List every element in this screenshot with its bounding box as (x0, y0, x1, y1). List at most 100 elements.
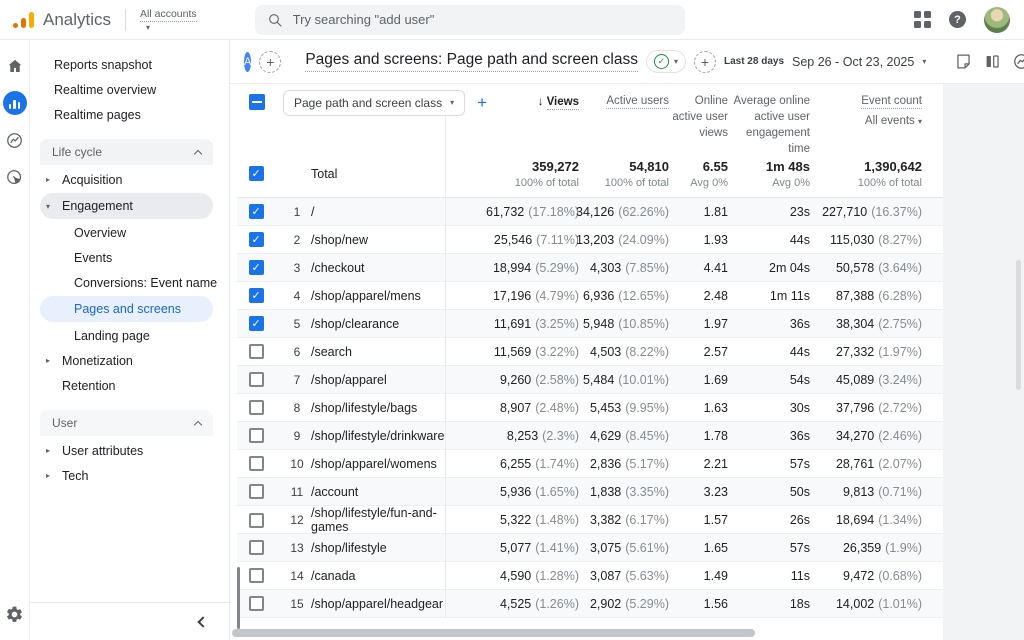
row-checkbox[interactable] (249, 568, 264, 583)
views-cell: 6,255 (1.74%) (445, 450, 579, 477)
column-header-online-active-user-views[interactable]: Online active user views (669, 90, 728, 141)
search-input[interactable] (293, 12, 673, 27)
horizontal-scrollbar[interactable] (232, 629, 755, 637)
value: 3,087 (590, 569, 621, 583)
sidebar-item-acquisition[interactable]: ▸ Acquisition (30, 167, 229, 192)
analytics-home-link[interactable]: Analytics (12, 10, 111, 30)
sidebar-item-pages-and-screens[interactable]: Pages and screens (40, 296, 213, 322)
row-checkbox[interactable] (249, 204, 264, 219)
settings-gear-icon[interactable] (3, 602, 27, 626)
value: 2,902 (590, 597, 621, 611)
total-engagement-time: 1m 48s Avg 0% (728, 150, 810, 197)
sidebar-item-overview[interactable]: Overview (30, 220, 229, 245)
event-filter-dropdown[interactable]: All events ▾ (810, 113, 922, 129)
advertising-icon[interactable] (3, 165, 27, 189)
table-row: 9 /shop/lifestyle/drinkware 8,253 (2.3%)… (237, 422, 943, 450)
value: 359,272 (532, 159, 579, 174)
select-all-checkbox[interactable] (249, 94, 265, 110)
data-table: Page path and screen class ▾ + ↓Views Ac… (237, 84, 943, 618)
dimension-dropdown[interactable]: Page path and screen class ▾ (283, 90, 465, 116)
property-badge[interactable]: A (244, 52, 251, 72)
value-pct: (3.25%) (535, 317, 579, 331)
value-pct: (1.26%) (535, 597, 579, 611)
sidebar-item-retention[interactable]: Retention (30, 373, 229, 398)
help-icon[interactable]: ? (949, 11, 966, 28)
row-checkbox[interactable] (249, 484, 264, 499)
section-life-cycle[interactable]: Life cycle (40, 139, 213, 165)
views-cell: 5,936 (1.65%) (445, 478, 579, 505)
analytics-logo-icon (12, 11, 34, 28)
value: 11,691 (494, 317, 531, 331)
row-checkbox[interactable] (249, 540, 264, 555)
value: 3,382 (590, 513, 621, 527)
row-checkbox[interactable] (249, 596, 264, 611)
notes-icon[interactable] (950, 48, 977, 75)
collapse-sidebar-icon[interactable] (197, 616, 208, 627)
value: 1.97 (704, 317, 728, 331)
vertical-scrollbar[interactable] (1016, 260, 1021, 390)
search-bar[interactable] (255, 5, 685, 35)
topbar-divider (125, 9, 126, 31)
sidebar-item-reports-snapshot[interactable]: Reports snapshot (30, 52, 229, 77)
sidebar-item-user-attributes[interactable]: ▸ User attributes (30, 438, 229, 463)
reports-icon[interactable] (3, 91, 27, 115)
row-checkbox[interactable] (249, 260, 264, 275)
vertical-scroll-indicator[interactable] (237, 567, 240, 629)
date-preset-label: Last 28 days (724, 56, 784, 67)
row-checkbox[interactable] (249, 400, 264, 415)
total-checkbox[interactable] (249, 166, 264, 181)
avatar[interactable] (984, 7, 1010, 33)
sidebar-item-label: Landing page (74, 329, 150, 343)
column-header-event-count[interactable]: Event count All events ▾ (810, 90, 922, 129)
value-pct: (1.41%) (535, 541, 579, 555)
sidebar-item-landing-page[interactable]: Landing page (30, 323, 229, 348)
add-comparison-button[interactable]: + (259, 51, 281, 73)
sidebar-item-realtime-pages[interactable]: Realtime pages (30, 102, 229, 127)
value: 5,453 (590, 401, 621, 415)
active-users-cell: 2,902 (5.29%) (579, 590, 669, 617)
column-header-active-users[interactable]: Active users (579, 90, 669, 109)
sidebar-item-tech[interactable]: ▸ Tech (30, 463, 229, 488)
approved-check-icon: ✓ (654, 54, 669, 69)
value: 1.56 (704, 597, 728, 611)
date-range-picker[interactable]: Last 28 days Sep 26 - Oct 23, 2025 ▾ (724, 55, 926, 69)
page-title[interactable]: Pages and screens: Page path and screen … (305, 51, 638, 72)
account-switcher[interactable]: All accounts ▾ (140, 8, 197, 32)
apps-grid-icon[interactable] (914, 11, 931, 28)
comparison-icon[interactable] (979, 48, 1006, 75)
sidebar-item-conversions[interactable]: Conversions: Event name (30, 270, 229, 295)
explore-icon[interactable] (3, 128, 27, 152)
row-checkbox[interactable] (249, 428, 264, 443)
sidebar-item-events[interactable]: Events (30, 245, 229, 270)
views-cell: 8,907 (2.48%) (445, 394, 579, 421)
column-header-views[interactable]: ↓Views (445, 90, 579, 157)
online-active-user-views-cell: 3.23 (669, 478, 728, 505)
value: 37,796 (836, 401, 874, 415)
add-dimension-button[interactable]: + (477, 93, 487, 113)
row-checkbox[interactable] (249, 316, 264, 331)
active-users-cell: 5,948 (10.85%) (579, 310, 669, 337)
row-checkbox[interactable] (249, 288, 264, 303)
sidebar-item-realtime-overview[interactable]: Realtime overview (30, 77, 229, 102)
sidebar-item-monetization[interactable]: ▸ Monetization (30, 348, 229, 373)
insights-icon[interactable] (1008, 48, 1024, 75)
row-checkbox[interactable] (249, 372, 264, 387)
row-index: 5 (283, 317, 311, 331)
value: 8,907 (500, 401, 531, 415)
row-checkbox[interactable] (249, 344, 264, 359)
chevron-down-icon: ▾ (450, 99, 454, 107)
row-checkbox[interactable] (249, 232, 264, 247)
section-user[interactable]: User (40, 410, 213, 436)
value-pct: (4.79%) (535, 289, 579, 303)
row-checkbox-cell (237, 534, 283, 561)
report-status-menu[interactable]: ✓ ▾ (646, 50, 686, 73)
row-checkbox[interactable] (249, 513, 264, 528)
column-header-avg-engagement-time[interactable]: Average online active user engagement ti… (728, 90, 810, 157)
sidebar-item-engagement[interactable]: ▾ Engagement (40, 193, 213, 219)
value-pct: (2.48%) (535, 401, 579, 415)
add-button[interactable]: + (694, 51, 716, 73)
value: 28,761 (836, 457, 874, 471)
home-icon[interactable] (3, 54, 27, 78)
row-checkbox[interactable] (249, 456, 264, 471)
value: 115,030 (830, 233, 874, 247)
